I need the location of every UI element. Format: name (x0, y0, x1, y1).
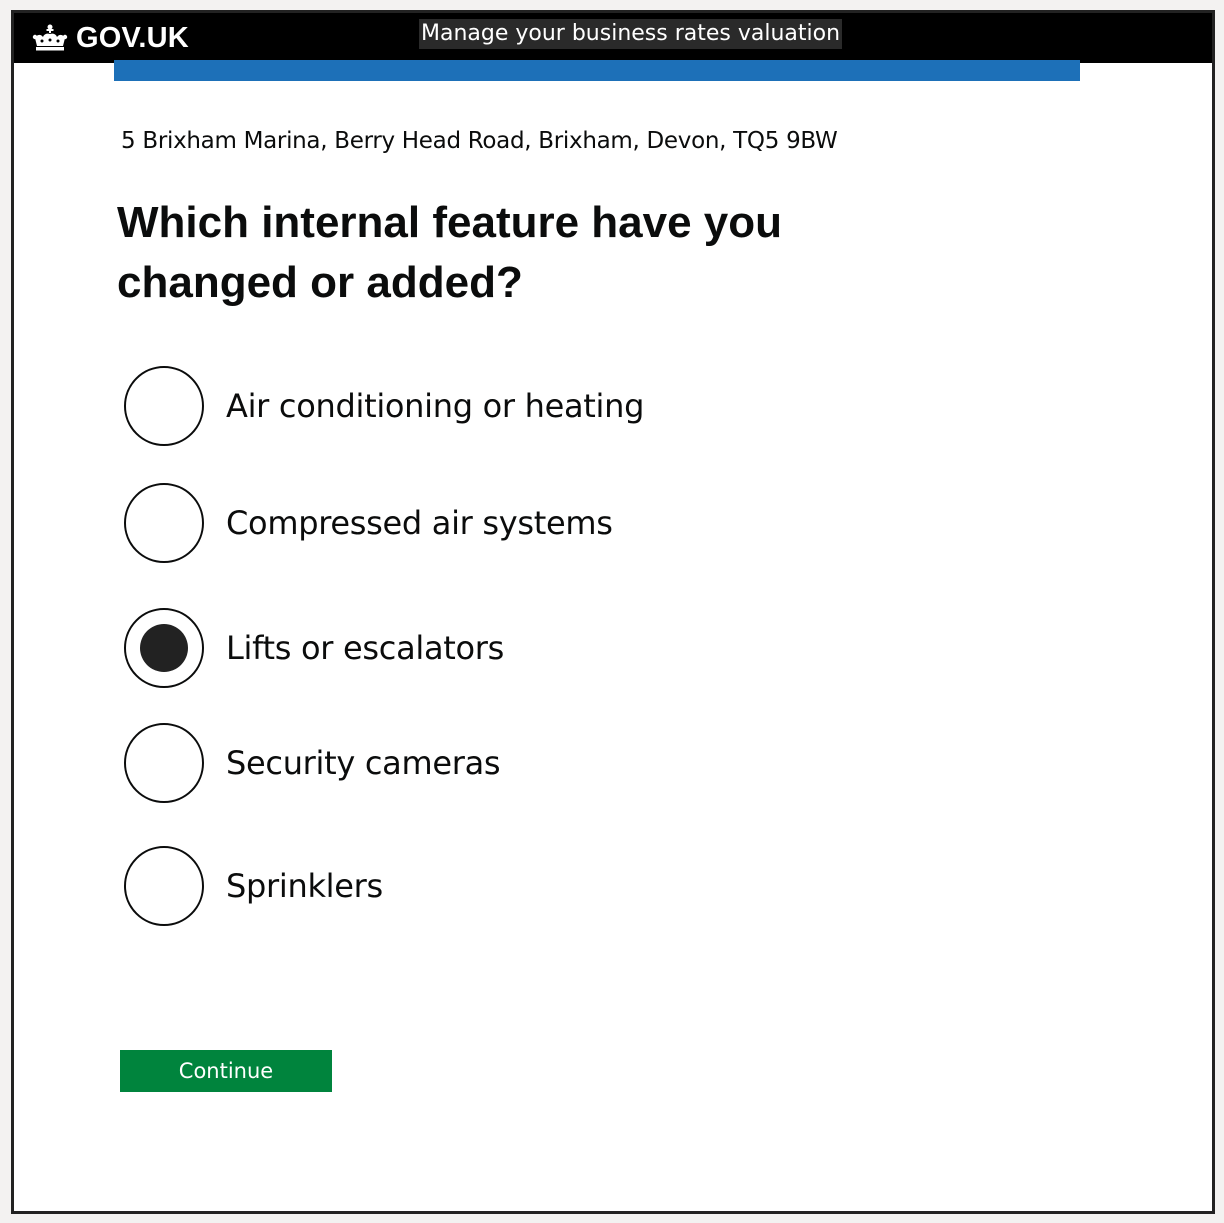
radio-option-air-conditioning[interactable]: Air conditioning or heating (124, 364, 644, 448)
radio-label-sprinklers: Sprinklers (226, 867, 383, 905)
radio-button-air-conditioning[interactable] (124, 366, 204, 446)
header-blue-stripe (114, 60, 1080, 81)
property-address: 5 Brixham Marina, Berry Head Road, Brixh… (121, 128, 838, 154)
radio-option-security-cameras[interactable]: Security cameras (124, 721, 501, 805)
radio-label-security-cameras: Security cameras (226, 744, 501, 782)
radio-button-lifts-escalators[interactable] (124, 608, 204, 688)
govuk-header: GOV.UK Manage your business rates valuat… (14, 13, 1212, 63)
radio-button-security-cameras[interactable] (124, 723, 204, 803)
radio-option-sprinklers[interactable]: Sprinklers (124, 844, 383, 928)
radio-selected-dot (140, 624, 188, 672)
browser-frame: GOV.UK Manage your business rates valuat… (11, 10, 1215, 1214)
govuk-logo-text: GOV.UK (76, 21, 189, 54)
govuk-logo-link[interactable]: GOV.UK (32, 19, 189, 57)
page-title: Which internal feature have you changed … (117, 198, 783, 307)
radio-button-compressed-air[interactable] (124, 483, 204, 563)
radio-button-sprinklers[interactable] (124, 846, 204, 926)
service-name-link[interactable]: Manage your business rates valuation (419, 19, 843, 49)
continue-button[interactable]: Continue (120, 1050, 332, 1092)
radio-option-compressed-air[interactable]: Compressed air systems (124, 481, 613, 565)
radio-label-lifts-escalators: Lifts or escalators (226, 629, 505, 667)
page: GOV.UK Manage your business rates valuat… (0, 0, 1224, 1223)
radio-label-compressed-air: Compressed air systems (226, 504, 613, 542)
radio-label-air-conditioning: Air conditioning or heating (226, 387, 645, 425)
radio-option-lifts-escalators[interactable]: Lifts or escalators (124, 606, 504, 690)
crown-icon (32, 24, 68, 52)
